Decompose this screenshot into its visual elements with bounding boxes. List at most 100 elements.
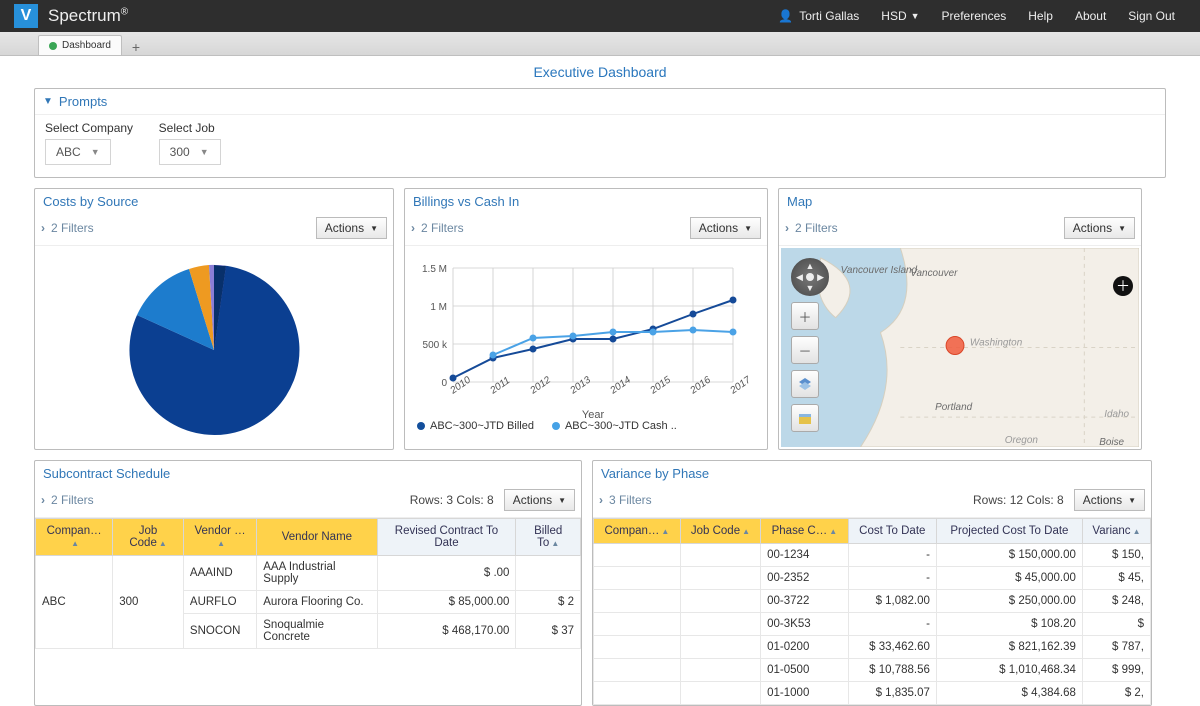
table-row[interactable]: 00-1234-$ 150,000.00$ 150, (594, 544, 1151, 567)
chevron-down-icon: ▼ (91, 147, 100, 157)
subcontract-table: Compan…▲ Job Code▲ Vendor …▲ Vendor Name… (35, 518, 581, 649)
col-revised[interactable]: Revised Contract To Date (377, 519, 516, 556)
map-layers-button[interactable] (791, 370, 819, 398)
svg-text:1.5 M: 1.5 M (422, 264, 447, 275)
chevron-down-icon: ▼ (911, 11, 920, 21)
table-row[interactable]: 01-0200$ 33,462.60$ 821,162.39$ 787, (594, 636, 1151, 659)
brand-name: Spectrum® (48, 6, 128, 26)
svg-text:500 k: 500 k (423, 340, 448, 351)
tab-strip: Dashboard + (0, 32, 1200, 56)
col-company[interactable]: Compan…▲ (36, 519, 113, 556)
prompts-panel: ▼ Prompts Select Company ABC▼ Select Job… (34, 88, 1166, 178)
chevron-down-icon: ▼ (1128, 496, 1136, 505)
map-card: Map › 2 Filters Actions▼ Vancouver Islan… (778, 188, 1142, 450)
svg-text:2015: 2015 (648, 374, 674, 397)
map-marker[interactable] (946, 337, 964, 355)
svg-text:Year: Year (582, 409, 605, 420)
map-actions-button[interactable]: Actions▼ (1064, 217, 1135, 239)
col-jobcode[interactable]: Job Code▲ (113, 519, 184, 556)
variance-actions-button[interactable]: Actions▼ (1074, 489, 1145, 511)
svg-text:2011: 2011 (488, 375, 513, 397)
col-vendor[interactable]: Vendor …▲ (183, 519, 256, 556)
map-title: Map (779, 189, 1141, 214)
chevron-down-icon: ▼ (558, 496, 566, 505)
svg-text:2014: 2014 (608, 374, 634, 397)
billings-filters[interactable]: 2 Filters (421, 221, 464, 235)
table-row[interactable]: 00-3K53-$ 108.20$ (594, 613, 1151, 636)
signout-link[interactable]: Sign Out (1117, 9, 1186, 23)
col-billed[interactable]: Billed To▲ (516, 519, 581, 556)
map-extent-button[interactable] (791, 404, 819, 432)
map-canvas[interactable]: Vancouver Island Vancouver Portland Wash… (781, 248, 1139, 447)
costs-by-source-card: Costs by Source › 2 Filters Actions▼ (34, 188, 394, 450)
map-filters[interactable]: 2 Filters (795, 221, 838, 235)
map-zoom-out-button[interactable]: － (791, 336, 819, 364)
org-dropdown[interactable]: HSD▼ (870, 9, 930, 23)
billings-line-chart: 1.5 M 1 M 500 k 0 2010 2011 2012 2013 20… (409, 260, 761, 420)
preferences-link[interactable]: Preferences (931, 9, 1018, 23)
add-tab-button[interactable]: + (122, 39, 150, 55)
subcontract-card: Subcontract Schedule › 2 Filters Rows: 3… (34, 460, 582, 706)
col-phase[interactable]: Phase C…▲ (761, 519, 848, 544)
svg-text:Portland: Portland (935, 402, 972, 413)
subcontract-filters[interactable]: 2 Filters (51, 493, 94, 507)
map-zoom-in-button[interactable]: ＋ (791, 302, 819, 330)
col-vendorname[interactable]: Vendor Name (257, 519, 377, 556)
col-company[interactable]: Compan…▲ (594, 519, 681, 544)
col-cost[interactable]: Cost To Date (848, 519, 936, 544)
subcontract-actions-button[interactable]: Actions▼ (504, 489, 575, 511)
svg-text:2017: 2017 (728, 374, 754, 397)
chevron-down-icon: ▼ (43, 96, 53, 107)
svg-text:Vancouver: Vancouver (910, 268, 958, 279)
svg-text:2012: 2012 (528, 374, 554, 397)
filter-expand-icon[interactable]: › (785, 221, 789, 235)
col-projected[interactable]: Projected Cost To Date (936, 519, 1082, 544)
col-variance[interactable]: Varianc▲ (1082, 519, 1150, 544)
svg-text:0: 0 (441, 378, 447, 389)
company-label: Select Company (45, 121, 133, 135)
page-title: Executive Dashboard (34, 56, 1166, 88)
variance-filters[interactable]: 3 Filters (609, 493, 652, 507)
variance-card: Variance by Phase › 3 Filters Rows: 12 C… (592, 460, 1152, 706)
map-add-button[interactable]: ＋ (1113, 276, 1133, 296)
user-menu[interactable]: 👤 Torti Gallas (767, 9, 870, 23)
variance-title: Variance by Phase (593, 461, 1151, 486)
chevron-down-icon: ▼ (744, 224, 752, 233)
map-pan-control[interactable]: ▲▼▶◀ (791, 258, 829, 296)
col-jobcode[interactable]: Job Code▲ (680, 519, 760, 544)
billings-legend: ABC~300~JTD Billed ABC~300~JTD Cash .. (409, 420, 763, 436)
legend-dot-icon (417, 422, 425, 430)
table-row[interactable]: 00-3722$ 1,082.00$ 250,000.00$ 248, (594, 590, 1151, 613)
filter-expand-icon[interactable]: › (41, 221, 45, 235)
svg-text:2016: 2016 (688, 374, 714, 397)
cards-row: Costs by Source › 2 Filters Actions▼ (34, 188, 1166, 450)
svg-text:Washington: Washington (970, 338, 1023, 349)
help-link[interactable]: Help (1017, 9, 1064, 23)
svg-text:2013: 2013 (568, 374, 594, 397)
variance-table: Compan…▲ Job Code▲ Phase C…▲ Cost To Dat… (593, 518, 1151, 705)
about-link[interactable]: About (1064, 9, 1117, 23)
table-row[interactable]: ABC 300 AAAIND AAA Industrial Supply $ .… (36, 556, 581, 591)
tab-active-icon (49, 42, 57, 50)
costs-actions-button[interactable]: Actions▼ (316, 217, 387, 239)
table-row[interactable]: 00-2352-$ 45,000.00$ 45, (594, 567, 1151, 590)
chevron-down-icon: ▼ (200, 147, 209, 157)
job-select[interactable]: 300▼ (159, 139, 221, 165)
job-label: Select Job (159, 121, 221, 135)
filter-expand-icon[interactable]: › (411, 221, 415, 235)
billings-actions-button[interactable]: Actions▼ (690, 217, 761, 239)
company-select[interactable]: ABC▼ (45, 139, 111, 165)
filter-expand-icon[interactable]: › (599, 493, 603, 507)
table-row[interactable]: 01-0500$ 10,788.56$ 1,010,468.34$ 999, (594, 659, 1151, 682)
tab-dashboard[interactable]: Dashboard (38, 35, 122, 55)
page: Executive Dashboard ▼ Prompts Select Com… (0, 56, 1200, 706)
app-logo: V (14, 4, 38, 28)
user-icon: 👤 (778, 9, 793, 23)
prompts-header[interactable]: ▼ Prompts (35, 89, 1165, 115)
svg-text:1 M: 1 M (430, 302, 447, 313)
filter-expand-icon[interactable]: › (41, 493, 45, 507)
subcontract-rowscols: Rows: 3 Cols: 8 (410, 493, 494, 507)
table-row[interactable]: 01-1000$ 1,835.07$ 4,384.68$ 2, (594, 682, 1151, 705)
costs-title: Costs by Source (35, 189, 393, 214)
costs-filters[interactable]: 2 Filters (51, 221, 94, 235)
